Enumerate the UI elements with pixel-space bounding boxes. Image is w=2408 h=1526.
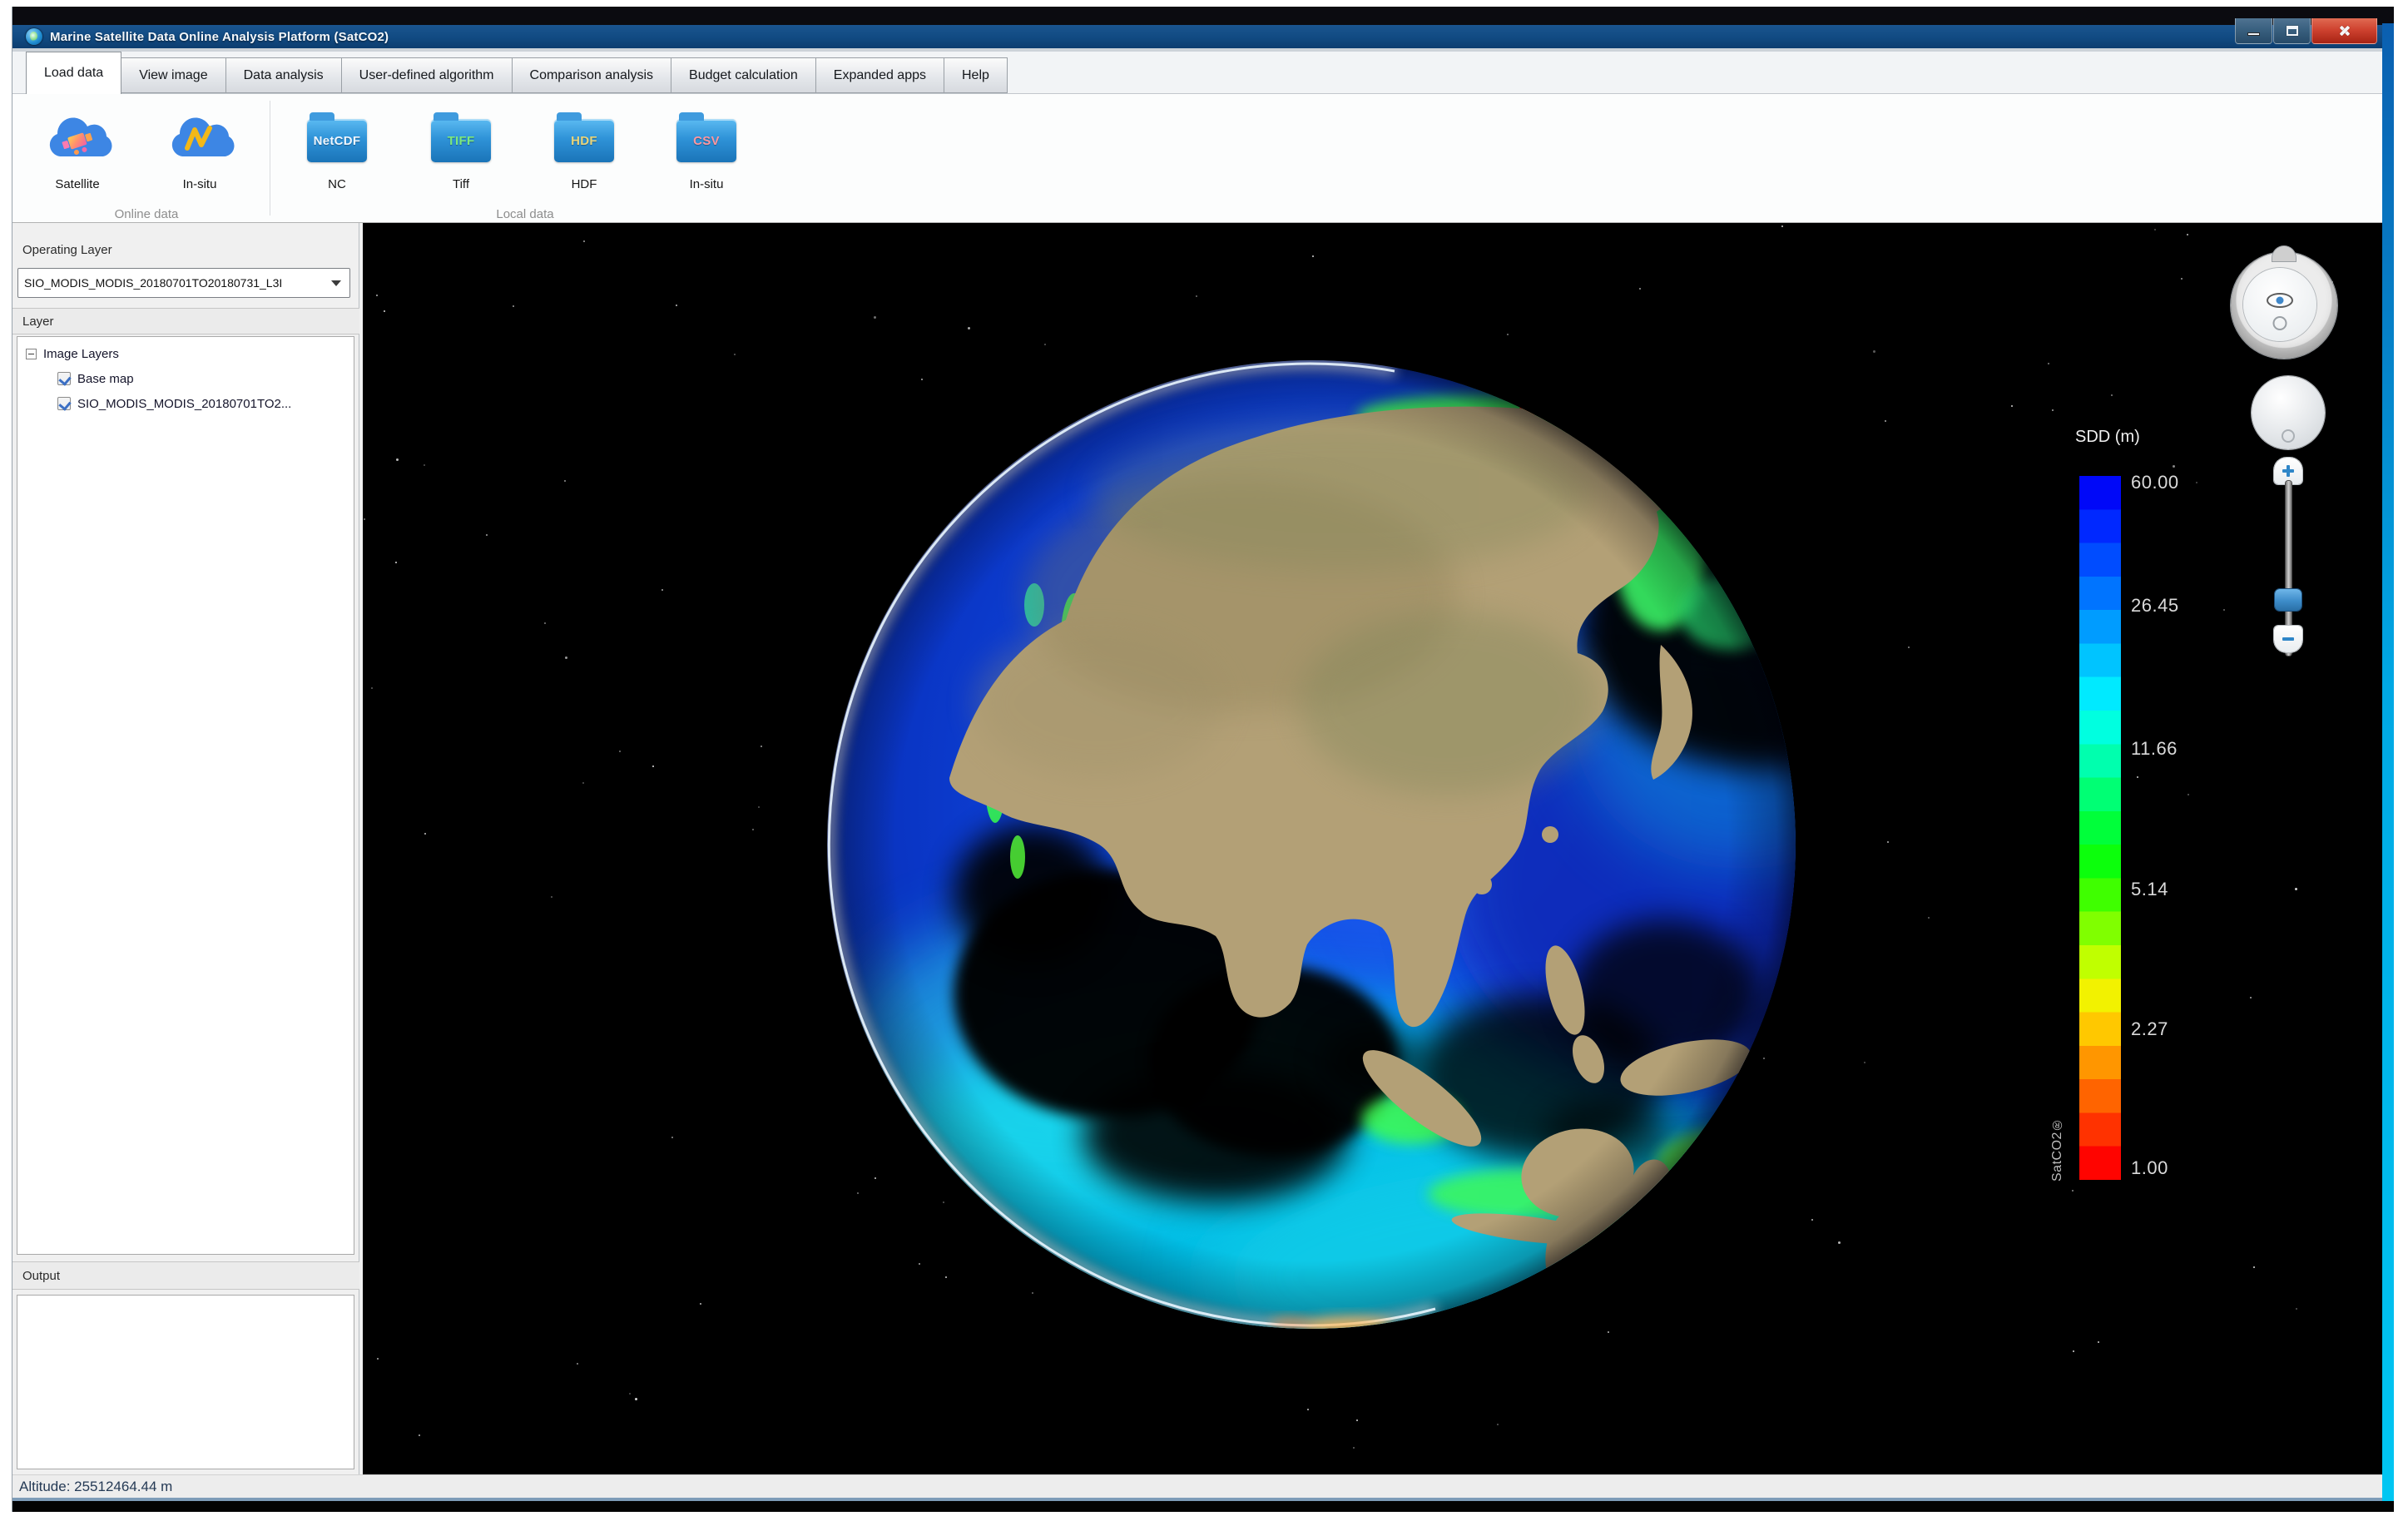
legend-title: SDD (m): [2075, 428, 2140, 446]
tree-node-label: SIO_MODIS_MODIS_20180701TO2...: [77, 396, 292, 411]
window-right-border: [2382, 23, 2394, 1501]
legend-colorbar: [2079, 476, 2121, 1180]
folder-badge: TIFF: [447, 133, 475, 148]
plus-icon: [2282, 465, 2294, 477]
output-log-panel: [17, 1295, 354, 1469]
output-panel-title: Output: [22, 1268, 61, 1283]
checkbox-checked-icon[interactable]: [57, 397, 71, 410]
layer-panel-title: Layer: [22, 314, 54, 329]
satellite-online-button[interactable]: Satellite: [27, 107, 127, 191]
tab-budget-calculation[interactable]: Budget calculation: [671, 57, 816, 93]
toolbar-item-label: NC: [328, 177, 346, 191]
eye-icon: [2267, 293, 2293, 308]
collapse-icon[interactable]: [26, 348, 37, 359]
netcdf-folder-icon: NetCDF: [307, 112, 367, 162]
tree-node-label: Image Layers: [43, 346, 119, 361]
output-panel-header: Output: [12, 1261, 359, 1290]
load-tiff-button[interactable]: TIFF Tiff: [411, 107, 511, 191]
rotation-inner-dial[interactable]: [2243, 268, 2316, 341]
legend-tick: 5.14: [2131, 878, 2168, 899]
window-controls: [2235, 18, 2378, 44]
legend-ticks: 60.00 26.45 11.66 5.14 2.27 1.00: [2131, 472, 2231, 1180]
folder-badge: HDF: [571, 133, 597, 148]
legend-tick: 1.00: [2131, 1157, 2168, 1178]
maximize-icon: [2286, 26, 2298, 36]
group-caption-online-data: Online data: [114, 207, 179, 221]
pan-sphere-control[interactable]: [2252, 376, 2325, 449]
ribbon-toolbar: Satellite In-situ NetCDF NC TIFF Tiff HD…: [12, 93, 2382, 223]
close-icon: [2338, 24, 2351, 37]
zoom-slider-handle[interactable]: [2275, 589, 2301, 611]
layer-tree-panel: Image Layers Base map SIO_MODIS_MODIS_20…: [17, 336, 354, 1255]
load-csv-insitu-button[interactable]: CSV In-situ: [657, 107, 756, 191]
checkbox-checked-icon[interactable]: [57, 372, 71, 385]
legend-brand-label: SatCO2®: [2050, 1117, 2064, 1182]
legend-tick: 2.27: [2131, 1018, 2168, 1039]
window-top-border: [12, 7, 2394, 25]
tree-node-base-map[interactable]: Base map: [57, 367, 134, 390]
tab-expanded-apps[interactable]: Expanded apps: [815, 57, 944, 93]
window-bottom-border: [12, 1501, 2394, 1512]
operating-layer-value: SIO_MODIS_MODIS_20180701TO20180731_L3I: [24, 276, 283, 290]
minus-icon: [2282, 637, 2294, 641]
app-window: Marine Satellite Data Online Analysis Pl…: [12, 7, 2394, 1512]
status-bar: Altitude: 25512464.44 m: [12, 1474, 2382, 1498]
insitu-cloud-icon: [171, 117, 235, 156]
minimize-button[interactable]: [2235, 18, 2272, 44]
menu-tabstrip: Load data View image Data analysis User-…: [12, 48, 2382, 94]
tree-node-label: Base map: [77, 371, 134, 386]
tree-node-sio-modis-layer[interactable]: SIO_MODIS_MODIS_20180701TO2...: [57, 392, 291, 415]
toolbar-item-label: In-situ: [182, 177, 217, 191]
maximize-button[interactable]: [2273, 18, 2311, 44]
altitude-readout: Altitude: 25512464.44 m: [19, 1478, 173, 1494]
title-bar[interactable]: Marine Satellite Data Online Analysis Pl…: [12, 25, 2382, 48]
load-hdf-button[interactable]: HDF HDF: [534, 107, 634, 191]
legend-tick: 26.45: [2131, 594, 2179, 616]
tab-view-image[interactable]: View image: [121, 57, 226, 93]
tab-comparison-analysis[interactable]: Comparison analysis: [512, 57, 672, 93]
tab-help[interactable]: Help: [944, 57, 1008, 93]
legend-tick: 11.66: [2131, 738, 2178, 760]
toolbar-item-label: Tiff: [452, 177, 469, 191]
load-nc-button[interactable]: NetCDF NC: [287, 107, 387, 191]
operating-layer-label: Operating Layer: [22, 243, 112, 257]
globe-viewport[interactable]: SDD (m) 60.00 26.45 11.66 5.14 2.27 1.00 SatC…: [363, 223, 2382, 1474]
toolbar-item-label: HDF: [571, 177, 597, 191]
close-button[interactable]: [2311, 18, 2377, 44]
window-title: Marine Satellite Data Online Analysis Pl…: [50, 29, 389, 44]
satellite-cloud-icon: [49, 117, 112, 156]
view-rotation-control[interactable]: [2231, 252, 2337, 359]
toolbar-item-label: Satellite: [55, 177, 100, 191]
tab-user-defined-algorithm[interactable]: User-defined algorithm: [341, 57, 513, 93]
insitu-online-button[interactable]: In-situ: [150, 107, 250, 191]
operating-layer-dropdown[interactable]: SIO_MODIS_MODIS_20180701TO20180731_L3I: [17, 268, 350, 298]
tab-load-data[interactable]: Load data: [26, 52, 122, 94]
minimize-icon: [2247, 32, 2260, 36]
folder-badge: NetCDF: [313, 133, 361, 148]
legend-tick: 60.00: [2131, 471, 2179, 493]
tree-node-image-layers[interactable]: Image Layers: [26, 342, 119, 365]
toolbar-item-label: In-situ: [689, 177, 724, 191]
csv-folder-icon: CSV: [676, 112, 736, 162]
globe-earth: [827, 360, 1796, 1329]
tab-data-analysis[interactable]: Data analysis: [225, 57, 342, 93]
zoom-out-button[interactable]: [2274, 626, 2302, 652]
hdf-folder-icon: HDF: [554, 112, 614, 162]
group-caption-local-data: Local data: [496, 207, 554, 221]
layer-panel-header: Layer: [12, 308, 359, 334]
orbit-dot-icon: [2272, 316, 2287, 330]
left-sidebar: Operating Layer SIO_MODIS_MODIS_20180701…: [12, 223, 359, 1474]
folder-badge: CSV: [693, 133, 720, 148]
chevron-down-icon: [331, 280, 341, 286]
app-logo-icon: [26, 28, 42, 45]
tiff-folder-icon: TIFF: [431, 112, 491, 162]
